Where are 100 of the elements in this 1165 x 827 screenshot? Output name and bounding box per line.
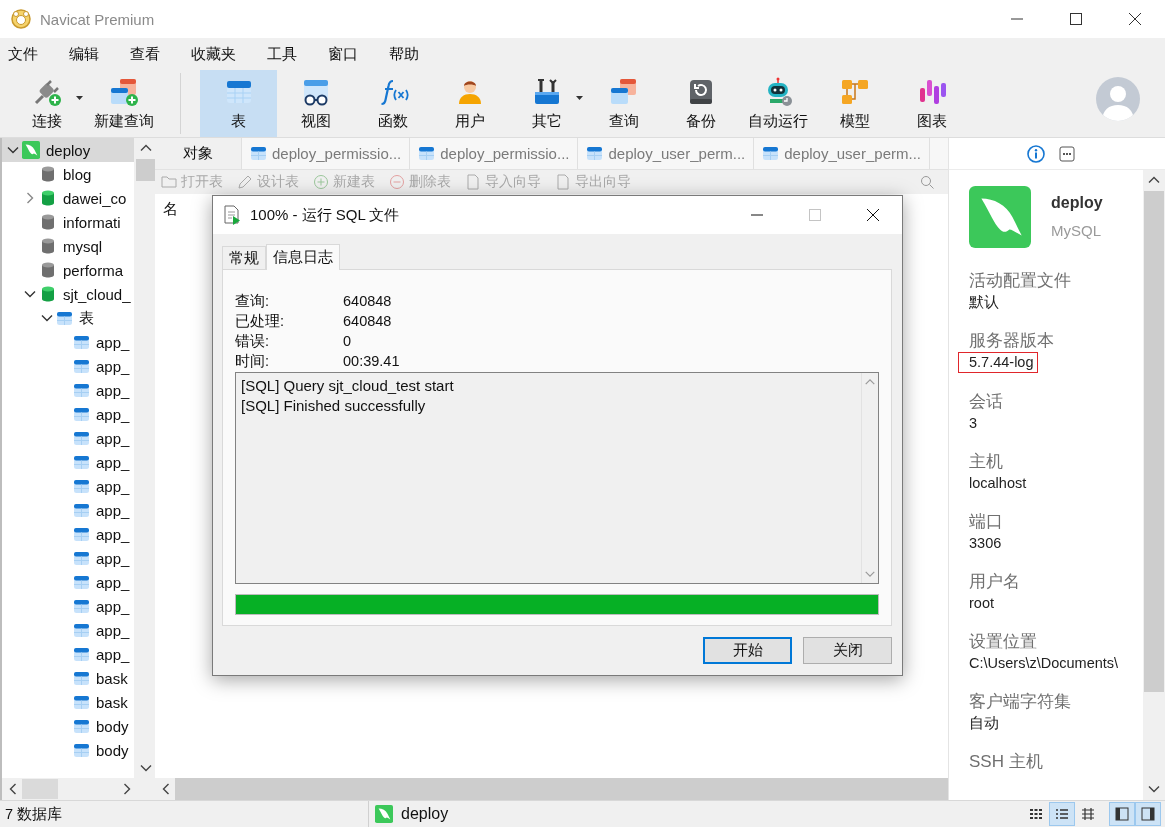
tree-item[interactable]: app_ <box>2 546 134 570</box>
tree-item[interactable]: bask <box>2 690 134 714</box>
tree-item[interactable]: app_ <box>2 354 134 378</box>
column-header: 名 <box>163 200 178 217</box>
connection-name: deploy <box>401 805 449 823</box>
export-icon <box>555 174 571 190</box>
tree-item[interactable]: app_ <box>2 498 134 522</box>
table-icon <box>73 573 90 591</box>
stat-value: 0 <box>343 332 353 351</box>
tree-item[interactable]: app_ <box>2 378 134 402</box>
tree-item[interactable]: deploy <box>2 138 134 162</box>
scroll-thumb[interactable] <box>1144 191 1164 692</box>
toolbar-button[interactable]: 新建查询 <box>85 70 162 137</box>
table-icon <box>73 621 90 639</box>
table-icon <box>586 145 604 162</box>
toolbar-button[interactable]: 图表 <box>893 70 970 137</box>
tree-item[interactable]: app_ <box>2 642 134 666</box>
tree-item[interactable]: body <box>2 738 134 762</box>
table-icon <box>73 741 90 759</box>
tree-item[interactable]: dawei_co <box>2 186 134 210</box>
dialog-button[interactable]: 关闭 <box>803 637 892 664</box>
scroll-thumb[interactable] <box>175 778 948 800</box>
menu-item[interactable]: 文件 <box>8 44 38 64</box>
toolbar-button[interactable]: 连接 <box>8 70 85 137</box>
toolbar-button[interactable]: 函数 <box>354 70 431 137</box>
table-icon <box>73 669 90 687</box>
pencil-icon <box>237 174 253 190</box>
dots-grid-icon <box>1028 806 1044 822</box>
maximize-icon <box>1069 13 1082 25</box>
tree-item[interactable]: blog <box>2 162 134 186</box>
menu-item[interactable]: 工具 <box>267 44 297 64</box>
field-value: localhost <box>969 475 1027 491</box>
tree-item[interactable]: body <box>2 714 134 738</box>
table-icon <box>250 145 267 162</box>
tab[interactable]: deploy_user_perm... <box>754 138 930 169</box>
toolbar-button[interactable]: 自动运行 <box>739 70 816 137</box>
scroll-thumb[interactable] <box>136 159 155 181</box>
table-icon <box>56 309 73 327</box>
stat-label: 查询: <box>235 292 271 311</box>
toolbar-button[interactable]: 查询 <box>585 70 662 137</box>
menu-item[interactable]: 帮助 <box>389 44 419 64</box>
tree-item[interactable]: app_ <box>2 594 134 618</box>
toolbar-button[interactable]: 表 <box>200 70 277 137</box>
tree-item[interactable]: 表 <box>2 306 134 330</box>
field-value: 3 <box>969 415 978 431</box>
tree-item[interactable]: bask <box>2 666 134 690</box>
tree-item[interactable]: app_ <box>2 474 134 498</box>
tree-item[interactable]: sjt_cloud_ <box>2 282 134 306</box>
field-value: C:\Users\z\Documents\ <box>969 655 1119 671</box>
log-line: [SQL] Finished successfully <box>241 396 427 416</box>
view-toggle[interactable] <box>1135 802 1161 826</box>
stat-label: 时间: <box>235 352 271 371</box>
menu-item[interactable]: 窗口 <box>328 44 358 64</box>
menu-item[interactable]: 编辑 <box>69 44 99 64</box>
scroll-thumb[interactable] <box>22 779 58 799</box>
field-label: 主机 <box>969 451 1004 473</box>
tree-item[interactable]: app_ <box>2 522 134 546</box>
list-icon <box>1054 806 1070 822</box>
menu-item[interactable]: 查看 <box>130 44 160 64</box>
field-label: 端口 <box>969 511 1004 533</box>
toolbar-button[interactable]: 其它 <box>508 70 585 137</box>
tree-item[interactable]: informati <box>2 210 134 234</box>
tab[interactable]: deploy_user_perm... <box>578 138 755 169</box>
tree-item[interactable]: app_ <box>2 618 134 642</box>
view-toggle[interactable] <box>1049 802 1075 826</box>
tree-item[interactable]: app_ <box>2 570 134 594</box>
tree-item[interactable]: app_ <box>2 450 134 474</box>
avatar-icon <box>1095 76 1141 122</box>
tree-item[interactable]: app_ <box>2 330 134 354</box>
table-icon <box>73 717 90 735</box>
tab[interactable]: 常规 <box>222 246 266 269</box>
view-toggle[interactable] <box>1109 802 1135 826</box>
tab[interactable]: 信息日志 <box>266 244 340 270</box>
stat-value: 640848 <box>343 312 393 331</box>
toolbar-button[interactable]: 用户 <box>431 70 508 137</box>
run-file-icon <box>222 205 242 225</box>
table-grid-icon <box>1080 806 1096 822</box>
table-icon <box>73 477 90 495</box>
logo-icon <box>10 8 32 30</box>
window-title: Navicat Premium <box>40 10 155 28</box>
maximize-icon <box>809 209 821 221</box>
tab[interactable]: deploy_permissio... <box>242 138 411 169</box>
tree-item[interactable]: performa <box>2 258 134 282</box>
right-pane-icon <box>1140 806 1156 822</box>
toolbar-button[interactable]: 备份 <box>662 70 739 137</box>
info-icon[interactable] <box>1027 144 1045 163</box>
table-icon <box>73 693 90 711</box>
field-value: 默认 <box>969 294 999 310</box>
tab[interactable]: 对象 <box>155 138 242 169</box>
dialog-button[interactable]: 开始 <box>703 637 792 664</box>
tree-item[interactable]: app_ <box>2 426 134 450</box>
toolbar-button[interactable]: 模型 <box>816 70 893 137</box>
field-value: 5.7.44-log <box>958 352 1038 373</box>
menu-item[interactable]: 收藏夹 <box>191 44 236 64</box>
field-label: 会话 <box>969 391 1004 413</box>
tree-item[interactable]: mysql <box>2 234 134 258</box>
stat-value: 00:39.41 <box>343 352 401 371</box>
toolbar-button[interactable]: 视图 <box>277 70 354 137</box>
tab[interactable]: deploy_permissio... <box>410 138 579 169</box>
tree-item[interactable]: app_ <box>2 402 134 426</box>
